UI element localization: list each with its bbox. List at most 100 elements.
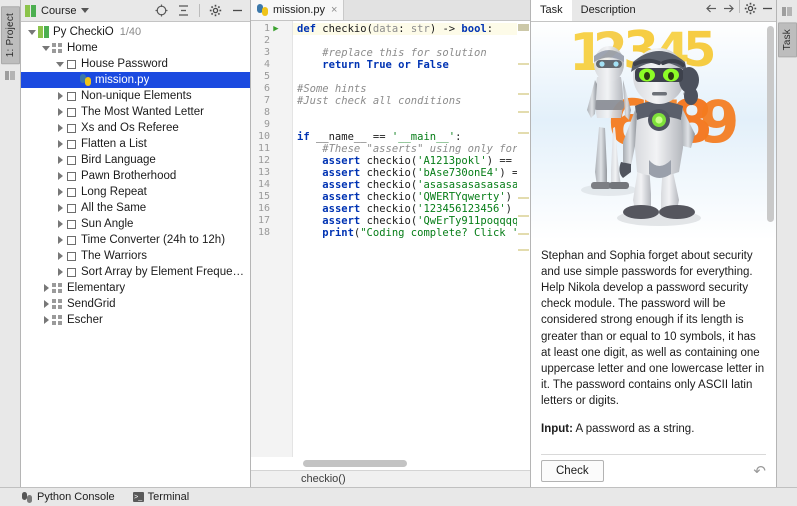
gutter-line[interactable]: 15: [251, 191, 292, 203]
gutter-line[interactable]: 16: [251, 203, 292, 215]
gutter-line[interactable]: 12: [251, 155, 292, 167]
book-icon[interactable]: [781, 6, 793, 20]
code-line[interactable]: #Some hints: [293, 83, 530, 95]
gutter-line[interactable]: 1 ▶: [251, 23, 292, 35]
code-line[interactable]: print("Coding complete? Click 'Check': [293, 227, 530, 239]
gutter-line[interactable]: 17: [251, 215, 292, 227]
collapse-all-icon[interactable]: [175, 2, 192, 19]
tree-node[interactable]: Elementary: [21, 280, 250, 296]
tree-node[interactable]: SendGrid: [21, 296, 250, 312]
code-line[interactable]: [293, 119, 530, 131]
code-line[interactable]: #replace this for solution: [293, 47, 530, 59]
tree-node[interactable]: Py CheckiO 1/40: [21, 24, 250, 40]
code-line[interactable]: return True or False: [293, 59, 530, 71]
tree-node[interactable]: Bird Language: [21, 152, 250, 168]
tree-node[interactable]: Sort Array by Element Frequency: [21, 264, 250, 280]
chevron-down-icon[interactable]: [81, 8, 90, 13]
gear-icon[interactable]: [207, 2, 224, 19]
tree-node[interactable]: All the Same: [21, 200, 250, 216]
code-line[interactable]: assert checkio('QwErTy911poqqqq') == T: [293, 215, 530, 227]
status-terminal[interactable]: >_ Terminal: [132, 491, 189, 503]
tree-node[interactable]: Long Repeat: [21, 184, 250, 200]
line-number-gutter[interactable]: 1 ▶ 2 3 4 5 6 7 8 9 10 11 12 13 14 15 16 17 18: [251, 21, 293, 457]
gutter-line[interactable]: 10: [251, 131, 292, 143]
tree-node[interactable]: The Most Wanted Letter: [21, 104, 250, 120]
chevron-right-icon[interactable]: [41, 316, 51, 324]
code-line[interactable]: assert checkio('asasasasasasasaas') ==: [293, 179, 530, 191]
task-scrollbar-thumb[interactable]: [767, 25, 774, 222]
tree-node[interactable]: mission.py: [21, 72, 250, 88]
tree-node[interactable]: Flatten a List: [21, 136, 250, 152]
chevron-right-icon[interactable]: [55, 92, 65, 100]
code-line[interactable]: [293, 71, 530, 83]
task-body[interactable]: 1 2 3 4 5 6 7 8 9: [531, 21, 776, 487]
gutter-line[interactable]: 18: [251, 227, 292, 239]
chevron-right-icon[interactable]: [55, 172, 65, 180]
code-line[interactable]: [293, 35, 530, 47]
breadcrumb[interactable]: checkio(): [251, 470, 530, 487]
tree-node[interactable]: The Warriors: [21, 248, 250, 264]
chevron-down-icon[interactable]: [55, 61, 65, 67]
chevron-right-icon[interactable]: [55, 268, 65, 276]
gutter-line[interactable]: 3: [251, 47, 292, 59]
code-line[interactable]: assert checkio('bAse730onE4') == True,: [293, 167, 530, 179]
tree-node[interactable]: House Password: [21, 56, 250, 72]
tree-node[interactable]: Sun Angle: [21, 216, 250, 232]
code-line[interactable]: assert checkio('QWERTYqwerty') == Fals: [293, 191, 530, 203]
check-button[interactable]: Check: [541, 459, 604, 482]
chevron-right-icon[interactable]: [55, 124, 65, 132]
tree-node[interactable]: Home: [21, 40, 250, 56]
tree-node[interactable]: Xs and Os Referee: [21, 120, 250, 136]
gutter-line[interactable]: 5: [251, 71, 292, 83]
gutter-line[interactable]: 6: [251, 83, 292, 95]
editor-tab-mission-py[interactable]: mission.py ×: [251, 0, 345, 20]
close-icon[interactable]: ×: [331, 4, 337, 16]
chevron-down-icon[interactable]: [41, 45, 51, 51]
gutter-line[interactable]: 14: [251, 179, 292, 191]
gutter-line[interactable]: 7: [251, 95, 292, 107]
gutter-line[interactable]: 4: [251, 59, 292, 71]
tree-node[interactable]: Time Converter (24h to 12h): [21, 232, 250, 248]
scope-target-icon[interactable]: [153, 2, 170, 19]
gear-icon[interactable]: [742, 0, 759, 17]
tab-description[interactable]: Description: [572, 0, 645, 21]
status-python-console[interactable]: Python Console: [22, 491, 115, 503]
book-icon[interactable]: [4, 70, 16, 84]
code-line[interactable]: assert checkio('123456123456') == Fals: [293, 203, 530, 215]
sidebar-tab-task[interactable]: Task: [777, 22, 797, 58]
code-line[interactable]: def checkio(data: str) -> bool:: [293, 23, 530, 35]
code-line[interactable]: #These "asserts" using only for self-c: [293, 143, 530, 155]
tree-node[interactable]: Pawn Brotherhood: [21, 168, 250, 184]
chevron-right-icon[interactable]: [55, 156, 65, 164]
tree-node[interactable]: Escher: [21, 312, 250, 328]
code-line[interactable]: #Just check all conditions: [293, 95, 530, 107]
gutter-line[interactable]: 9: [251, 119, 292, 131]
code-line[interactable]: [293, 107, 530, 119]
gutter-line[interactable]: 8: [251, 107, 292, 119]
code-editor[interactable]: 1 ▶ 2 3 4 5 6 7 8 9 10 11 12 13 14 15 16 17 18 def checkio…: [251, 21, 530, 457]
gutter-line[interactable]: 13: [251, 167, 292, 179]
code-line[interactable]: if __name__ == '__main__':: [293, 131, 530, 143]
hscrollbar-thumb[interactable]: [303, 460, 407, 467]
chevron-right-icon[interactable]: [41, 284, 51, 292]
arrow-left-icon[interactable]: [703, 0, 720, 17]
code-line[interactable]: assert checkio('A1213pokl') == False,: [293, 155, 530, 167]
chevron-right-icon[interactable]: [55, 236, 65, 244]
chevron-right-icon[interactable]: [55, 140, 65, 148]
chevron-right-icon[interactable]: [55, 108, 65, 116]
tab-task[interactable]: Task: [531, 0, 572, 21]
arrow-right-icon[interactable]: [720, 0, 737, 17]
gutter-line[interactable]: 11: [251, 143, 292, 155]
chevron-down-icon[interactable]: [27, 29, 37, 35]
chevron-right-icon[interactable]: [55, 188, 65, 196]
gutter-line[interactable]: 2: [251, 35, 292, 47]
chevron-right-icon[interactable]: [55, 204, 65, 212]
project-tree[interactable]: Py CheckiO 1/40 Home House Password mission.…: [21, 22, 250, 487]
editor-hscrollbar[interactable]: [251, 457, 530, 470]
minimize-icon[interactable]: [229, 2, 246, 19]
chevron-right-icon[interactable]: [55, 252, 65, 260]
editor-marker-strip[interactable]: [517, 21, 530, 457]
tree-node[interactable]: Non-unique Elements: [21, 88, 250, 104]
chevron-right-icon[interactable]: [55, 220, 65, 228]
code-content[interactable]: def checkio(data: str) -> bool: #replace…: [293, 21, 530, 457]
